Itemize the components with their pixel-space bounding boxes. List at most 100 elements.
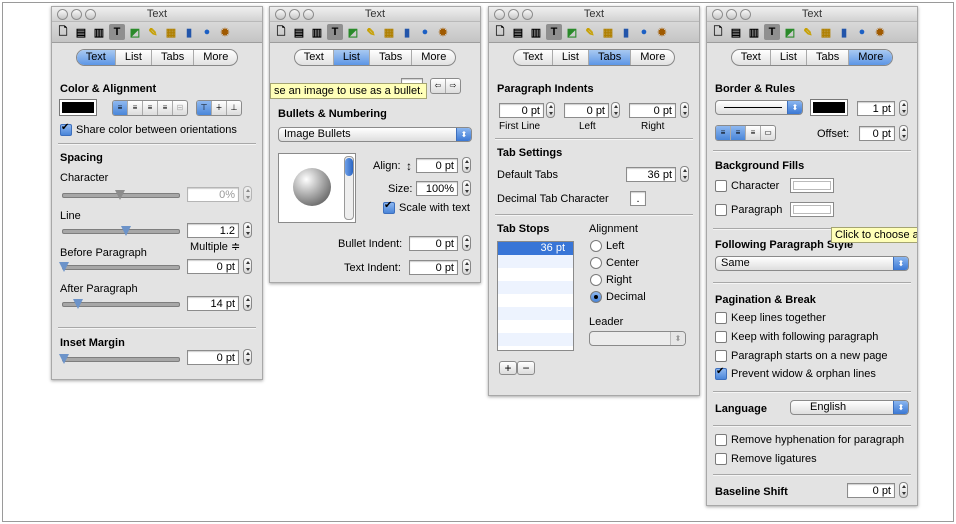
image-well[interactable] — [278, 153, 356, 223]
slider-knob[interactable] — [121, 226, 131, 236]
bullet-indent-stepper[interactable] — [462, 235, 471, 251]
document-icon[interactable]: 🗋 — [273, 24, 289, 40]
tab-list[interactable]: List — [553, 50, 589, 65]
metrics-icon[interactable]: ✎ — [145, 24, 161, 40]
chart-icon[interactable]: ▮ — [181, 24, 197, 40]
align-middle-icon[interactable]: ∔ — [212, 101, 227, 115]
scale-with-text-checkbox[interactable]: Scale with text — [383, 200, 470, 214]
character-spacing-field[interactable]: 0% — [187, 187, 239, 202]
rule-width-field[interactable]: 1 pt — [857, 101, 895, 116]
scroll-thumb[interactable] — [345, 158, 353, 176]
table-icon[interactable]: ▦ — [163, 24, 179, 40]
wrap-icon[interactable]: ▥ — [309, 24, 325, 40]
after-paragraph-stepper[interactable] — [243, 295, 252, 311]
after-paragraph-slider[interactable] — [62, 299, 180, 309]
tab-stops-list[interactable]: 36 pt — [497, 241, 574, 351]
arrow-right-icon[interactable]: ⇨ — [446, 79, 460, 93]
border-bottom-icon[interactable]: ≡ — [746, 126, 761, 140]
tab-more[interactable]: More — [631, 50, 674, 65]
size-stepper[interactable] — [462, 180, 471, 196]
decimal-character-field[interactable]: . — [630, 191, 646, 206]
keep-lines-together-checkbox[interactable]: Keep lines together — [715, 312, 826, 324]
document-icon[interactable]: 🗋 — [710, 24, 726, 40]
first-line-field[interactable]: 0 pt — [499, 103, 544, 118]
tab-tabs[interactable]: Tabs — [370, 50, 413, 65]
layout-icon[interactable]: ▤ — [510, 24, 526, 40]
tab-list[interactable]: List — [771, 50, 807, 65]
align-stepper[interactable] — [462, 157, 471, 173]
wrap-icon[interactable]: ▥ — [528, 24, 544, 40]
left-indent-stepper[interactable] — [611, 102, 620, 118]
slider-knob[interactable] — [59, 262, 69, 272]
offset-stepper[interactable] — [899, 125, 908, 141]
tab-more[interactable]: More — [412, 50, 455, 65]
character-stepper[interactable] — [243, 186, 252, 202]
chart-icon[interactable]: ▮ — [618, 24, 634, 40]
slider-knob[interactable] — [115, 190, 125, 200]
metrics-icon[interactable]: ✎ — [800, 24, 816, 40]
line-spacing-field[interactable]: 1.2 — [187, 223, 239, 238]
inset-margin-field[interactable]: 0 pt — [187, 350, 239, 365]
tab-more[interactable]: More — [194, 50, 237, 65]
text-icon[interactable]: T — [546, 24, 562, 40]
border-style-popup[interactable]: ⬍ — [715, 100, 803, 115]
border-box-icon[interactable]: ▭ — [761, 126, 775, 140]
remove-ligatures-checkbox[interactable]: Remove ligatures — [715, 453, 817, 465]
tab-list[interactable]: List — [116, 50, 152, 65]
first-line-stepper[interactable] — [546, 102, 555, 118]
graphic-icon[interactable]: ◩ — [782, 24, 798, 40]
align-bottom-icon[interactable]: ⊥ — [227, 101, 241, 115]
language-popup[interactable]: English ⬍ — [790, 400, 909, 415]
wrap-icon[interactable]: ▥ — [746, 24, 762, 40]
wrap-icon[interactable]: ▥ — [91, 24, 107, 40]
character-fill-checkbox[interactable]: Character — [715, 180, 779, 192]
tab-list[interactable]: List — [333, 50, 370, 65]
align-field[interactable]: 0 pt — [416, 158, 458, 173]
keep-with-following-checkbox[interactable]: Keep with following paragraph — [715, 331, 878, 343]
before-paragraph-field[interactable]: 0 pt — [187, 259, 239, 274]
paragraph-fill-checkbox[interactable]: Paragraph — [715, 204, 782, 216]
link-icon[interactable]: ● — [636, 24, 652, 40]
share-color-checkbox[interactable]: Share color between orientations — [60, 122, 237, 136]
table-icon[interactable]: ▦ — [381, 24, 397, 40]
align-center-icon[interactable]: ≡ — [128, 101, 143, 115]
bullet-indent-field[interactable]: 0 pt — [409, 236, 458, 251]
quicktime-icon[interactable]: ✹ — [435, 24, 451, 40]
metrics-icon[interactable]: ✎ — [582, 24, 598, 40]
document-icon[interactable]: 🗋 — [55, 24, 71, 40]
link-icon[interactable]: ● — [854, 24, 870, 40]
text-color-well[interactable] — [59, 99, 97, 116]
layout-icon[interactable]: ▤ — [291, 24, 307, 40]
leader-popup[interactable]: ⬍ — [589, 331, 686, 346]
tab-text[interactable]: Text — [76, 50, 116, 65]
right-indent-stepper[interactable] — [680, 102, 689, 118]
align-center-radio[interactable]: Center — [590, 257, 639, 269]
chart-icon[interactable]: ▮ — [836, 24, 852, 40]
tab-text[interactable]: Text — [295, 50, 334, 65]
align-right-radio[interactable]: Right — [590, 274, 632, 286]
inset-margin-slider[interactable] — [59, 354, 180, 364]
table-icon[interactable]: ▦ — [600, 24, 616, 40]
text-indent-field[interactable]: 0 pt — [409, 260, 458, 275]
paragraph-fill-color-well[interactable] — [790, 202, 834, 217]
metrics-icon[interactable]: ✎ — [363, 24, 379, 40]
layout-icon[interactable]: ▤ — [73, 24, 89, 40]
image-scrollbar[interactable] — [344, 156, 354, 220]
link-icon[interactable]: ● — [417, 24, 433, 40]
quicktime-icon[interactable]: ✹ — [872, 24, 888, 40]
chart-icon[interactable]: ▮ — [399, 24, 415, 40]
inset-margin-stepper[interactable] — [243, 349, 252, 365]
text-icon[interactable]: T — [109, 24, 125, 40]
quicktime-icon[interactable]: ✹ — [654, 24, 670, 40]
line-mode-popup[interactable]: Multiple ≑ — [190, 240, 240, 253]
following-paragraph-style-popup[interactable]: Same ⬍ — [715, 256, 909, 271]
tab-stop-row[interactable]: 36 pt — [498, 242, 573, 255]
border-middle-icon[interactable]: ≡ — [731, 126, 746, 140]
left-indent-field[interactable]: 0 pt — [564, 103, 609, 118]
character-fill-color-well[interactable] — [790, 178, 834, 193]
table-icon[interactable]: ▦ — [818, 24, 834, 40]
align-left-icon[interactable]: ≡ — [113, 101, 128, 115]
tab-tabs[interactable]: Tabs — [152, 50, 195, 65]
layout-icon[interactable]: ▤ — [728, 24, 744, 40]
align-left-radio[interactable]: Left — [590, 240, 624, 252]
